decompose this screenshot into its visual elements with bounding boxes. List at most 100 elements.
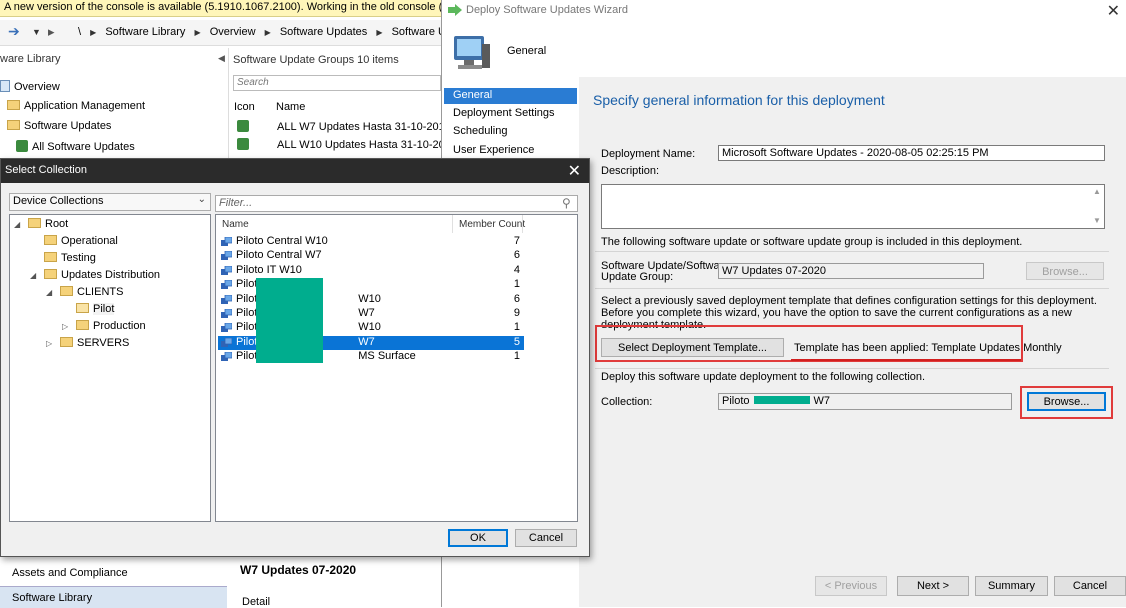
group-row[interactable]: ALL W7 Updates Hasta 31-10-2019 <box>237 120 451 133</box>
tree-item-updates-distribution[interactable]: ◢ Updates Distribution <box>30 268 160 285</box>
folder-icon <box>60 286 73 296</box>
collection-list: Name Member Count Piloto Central W10 7 Pil… <box>215 214 578 522</box>
collection-name: Piloto Central W10 <box>236 235 328 247</box>
step-user-experience[interactable]: User Experience <box>444 143 577 159</box>
workspace-software-library[interactable]: Software Library <box>0 586 227 608</box>
tree-item-testing[interactable]: Testing <box>30 251 96 268</box>
cancel-button[interactable]: Cancel <box>1054 576 1126 596</box>
collection-label: Collection: <box>601 396 653 408</box>
select-deployment-template-button[interactable]: Select Deployment Template... <box>601 338 784 357</box>
filter-input[interactable]: Filter... <box>215 195 578 212</box>
expand-icon[interactable]: ▷ <box>46 339 56 348</box>
tree-item-clients[interactable]: ◢ CLIENTS <box>46 285 123 302</box>
forward-arrow-icon[interactable]: ➔ <box>8 23 20 40</box>
description-label: Description: <box>601 165 660 177</box>
scroll-up-icon[interactable]: ▲ <box>1093 187 1101 196</box>
button-label: Summary <box>987 580 1036 592</box>
tree-item-label: Testing <box>61 252 96 264</box>
folder-icon <box>44 269 57 279</box>
column-header-name[interactable]: Name <box>222 219 249 230</box>
breadcrumb-software-library[interactable]: Software Library <box>105 26 185 38</box>
breadcrumb-separator-icon: ▶ <box>376 28 383 37</box>
member-count: 1 <box>513 278 520 291</box>
tree-item-root[interactable]: ◢ Root <box>14 217 68 234</box>
home-icon[interactable]: ▸ <box>48 24 55 40</box>
group-name: ALL W7 Updates Hasta 31-10-2019 <box>277 121 451 133</box>
history-dropdown-icon[interactable]: ▼ <box>32 27 41 37</box>
nav-item-application-management[interactable]: Application Management <box>7 100 145 118</box>
tree-item-production[interactable]: ▷ Production <box>62 319 146 336</box>
underline-annotation <box>791 359 1021 361</box>
collection-type-value: Device Collections <box>13 195 104 207</box>
column-header-member-count[interactable]: Member Count <box>459 219 525 230</box>
expand-icon[interactable]: ◢ <box>46 288 56 297</box>
collection-prefix: Piloto <box>722 395 750 407</box>
nav-item-overview[interactable]: Overview <box>0 80 60 98</box>
wizard-arrow-icon <box>448 4 462 16</box>
device-collection-icon <box>221 352 232 362</box>
browse-collection-button[interactable]: Browse... <box>1027 392 1106 411</box>
button-label: Browse... <box>1043 396 1090 408</box>
expand-icon[interactable]: ◢ <box>30 271 40 280</box>
description-field[interactable] <box>601 184 1105 229</box>
collection-row[interactable]: Piloto Central W10 7 <box>218 235 524 249</box>
nav-item-software-updates[interactable]: Software Updates <box>7 120 111 138</box>
step-scheduling[interactable]: Scheduling <box>444 124 577 140</box>
breadcrumb-separator-icon: ▶ <box>194 28 201 37</box>
workspace-assets-and-compliance[interactable]: Assets and Compliance <box>0 562 227 584</box>
browse-update-group-button: Browse... <box>1026 262 1104 280</box>
notification-text: A new version of the console is availabl… <box>4 1 445 13</box>
breadcrumb: \ ▶ Software Library ▶ Overview ▶ Softwa… <box>78 26 470 38</box>
update-notification-bar[interactable]: A new version of the console is availabl… <box>0 0 445 17</box>
redacted-block <box>256 278 323 363</box>
device-collection-icon <box>221 337 232 347</box>
tree-item-label: Production <box>93 320 146 332</box>
divider <box>595 288 1109 289</box>
workspace-label: Assets and Compliance <box>12 567 128 579</box>
deployment-name-field[interactable]: Microsoft Software Updates - 2020-08-05 … <box>718 145 1105 161</box>
software-updates-icon <box>16 140 28 152</box>
folder-icon <box>44 235 57 245</box>
collapse-pane-icon[interactable]: ◀ <box>218 53 225 64</box>
detail-label: Detail <box>242 596 271 608</box>
step-general[interactable]: General <box>444 88 577 104</box>
collection-type-select[interactable]: Device Collections ⌄ <box>9 193 211 211</box>
divider <box>595 368 1109 369</box>
device-collection-icon <box>221 251 232 261</box>
column-divider <box>452 215 453 233</box>
step-deployment-settings[interactable]: Deployment Settings <box>444 106 577 122</box>
close-icon[interactable]: ✕ <box>568 161 581 181</box>
group-row[interactable]: ALL W10 Updates Hasta 31-10-2019 <box>237 138 457 151</box>
collection-row[interactable]: Piloto Central W7 6 <box>218 249 524 263</box>
nav-item-label: Overview <box>14 81 60 93</box>
tree-item-pilot[interactable]: Pilot <box>62 302 115 319</box>
column-header-icon[interactable]: Icon <box>234 101 255 113</box>
scroll-down-icon[interactable]: ▼ <box>1093 216 1101 225</box>
next-button[interactable]: Next > <box>897 576 969 596</box>
breadcrumb-root[interactable]: \ <box>78 26 81 38</box>
wizard-page-title: General <box>507 45 547 57</box>
tree-item-servers[interactable]: ▷ SERVERS <box>46 336 129 353</box>
cancel-button[interactable]: Cancel <box>515 529 577 547</box>
ok-button[interactable]: OK <box>448 529 508 547</box>
close-icon[interactable]: ✕ <box>1107 1 1120 21</box>
device-collection-icon <box>221 309 232 318</box>
breadcrumb-overview[interactable]: Overview <box>210 26 256 38</box>
expand-icon[interactable]: ▷ <box>62 322 72 331</box>
column-header-name[interactable]: Name <box>276 101 305 113</box>
expand-icon[interactable]: ◢ <box>14 220 24 229</box>
search-icon[interactable]: ⚲ <box>562 196 571 210</box>
navigation-bar: ➔ ▼ ▸ \ ▶ Software Library ▶ Overview ▶ … <box>0 20 464 46</box>
folder-icon <box>7 120 20 130</box>
breadcrumb-software-updates[interactable]: Software Updates <box>280 26 367 38</box>
nav-item-all-software-updates[interactable]: All Software Updates <box>16 140 135 158</box>
collection-row[interactable]: Piloto IT W10 4 <box>218 264 524 278</box>
nav-item-label: All Software Updates <box>32 141 135 153</box>
button-label: Select Deployment Template... <box>618 342 767 354</box>
button-label: Cancel <box>1072 580 1108 592</box>
summary-button[interactable]: Summary <box>975 576 1048 596</box>
tree-item-operational[interactable]: Operational <box>30 234 118 251</box>
wizard-content: Specify general information for this dep… <box>579 77 1126 572</box>
collection-description: Deploy this software update deployment t… <box>601 371 926 383</box>
groups-search-input[interactable]: Search <box>233 75 441 91</box>
